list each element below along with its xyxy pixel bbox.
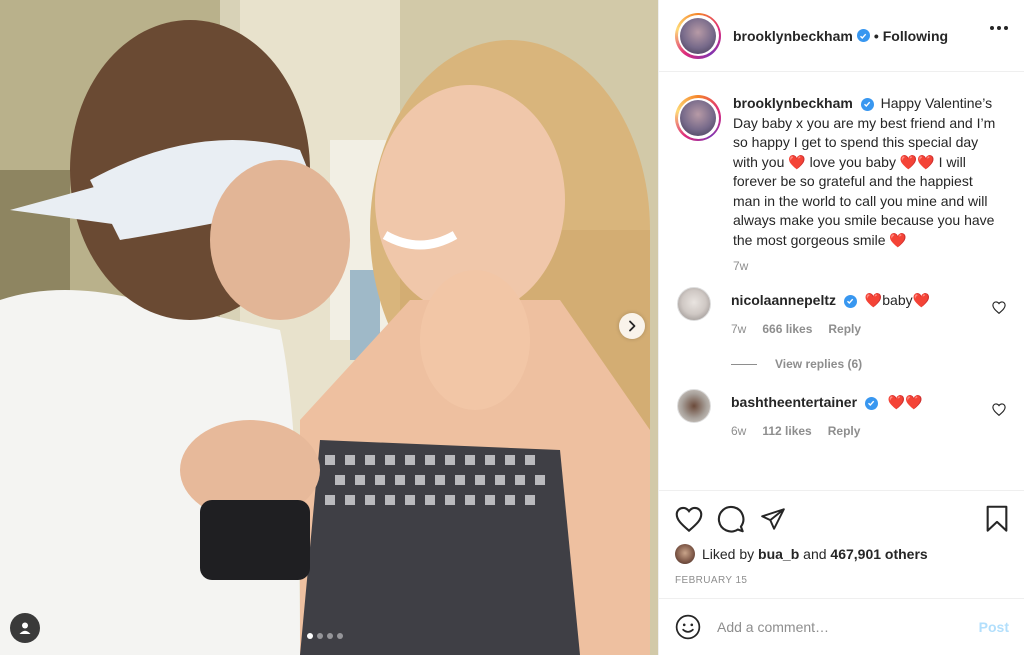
verified-badge-icon bbox=[860, 97, 874, 111]
comment-composer: Add a comment… Post bbox=[659, 598, 1024, 655]
reply-button[interactable]: Reply bbox=[828, 424, 861, 438]
emoji-icon bbox=[675, 614, 701, 640]
caption-part-2: love you baby bbox=[805, 153, 900, 170]
comment-icon bbox=[717, 505, 745, 533]
user-tag-icon bbox=[19, 622, 31, 634]
commenter-username[interactable]: nicolaannepeltz bbox=[731, 292, 836, 308]
couple-photo-illustration bbox=[0, 0, 658, 655]
commenter-avatar[interactable] bbox=[677, 287, 711, 321]
comment-item: bashtheentertainer ❤️❤️ 6w 112 likes Rep… bbox=[675, 389, 1008, 438]
comment-button[interactable] bbox=[717, 505, 745, 533]
following-button[interactable]: Following bbox=[883, 28, 948, 44]
heart-emoji-icon: ❤️ bbox=[905, 394, 923, 410]
view-replies-label: View replies (6) bbox=[775, 357, 863, 371]
emoji-button[interactable] bbox=[675, 614, 701, 640]
post-actions: Liked by bua_b and 467,901 others FEBRUA… bbox=[659, 490, 1024, 586]
carousel-dot bbox=[337, 633, 343, 639]
header-separator: • bbox=[873, 27, 879, 44]
liked-by-summary: Liked by bua_b and 467,901 others bbox=[675, 544, 1009, 564]
carousel-dot bbox=[307, 633, 313, 639]
bookmark-icon bbox=[986, 505, 1008, 532]
liked-by-prefix: Liked by bbox=[702, 546, 755, 562]
commenter-username[interactable]: bashtheentertainer bbox=[731, 394, 857, 410]
verified-badge-icon bbox=[843, 294, 857, 308]
likes-count[interactable]: 467,901 others bbox=[830, 546, 927, 562]
carousel-dot bbox=[327, 633, 333, 639]
comment-like-icon[interactable] bbox=[992, 403, 1006, 416]
tagged-users-button[interactable] bbox=[10, 613, 40, 643]
like-button[interactable] bbox=[675, 506, 703, 532]
heart-emoji-icon: ❤️ bbox=[887, 394, 906, 410]
heart-emoji-icon: ❤️ bbox=[889, 231, 907, 248]
share-icon bbox=[761, 508, 785, 530]
carousel-next-button[interactable] bbox=[619, 313, 645, 339]
post-date[interactable]: FEBRUARY 15 bbox=[675, 575, 1009, 586]
carousel-indicator bbox=[307, 633, 343, 639]
post-photo[interactable] bbox=[0, 0, 658, 655]
comment-age[interactable]: 6w bbox=[731, 424, 746, 438]
comment-input[interactable]: Add a comment… bbox=[717, 619, 979, 635]
save-button[interactable] bbox=[985, 505, 1009, 533]
reply-button[interactable]: Reply bbox=[828, 322, 861, 336]
comments-section[interactable]: brooklynbeckham Happy Valentine’s Day ba… bbox=[659, 72, 1024, 490]
verified-badge-icon bbox=[856, 29, 870, 42]
chevron-right-icon bbox=[629, 320, 636, 332]
liked-by-and: and bbox=[803, 546, 827, 562]
heart-emoji-icon: ❤️ bbox=[917, 153, 935, 170]
author-username[interactable]: brooklynbeckham bbox=[733, 28, 853, 44]
share-button[interactable] bbox=[759, 506, 787, 532]
verified-badge-icon bbox=[864, 396, 878, 410]
heart-emoji-icon: ❤️ bbox=[912, 292, 931, 308]
instagram-post: brooklynbeckham • Following brooklynbeck… bbox=[0, 0, 1024, 655]
caption-age[interactable]: 7w bbox=[733, 259, 1001, 273]
heart-icon bbox=[675, 506, 703, 532]
view-replies-button[interactable]: View replies (6) bbox=[731, 357, 1008, 371]
caption-author-avatar[interactable] bbox=[675, 95, 721, 141]
comment-likes[interactable]: 666 likes bbox=[762, 322, 812, 336]
post-header: brooklynbeckham • Following bbox=[659, 0, 1024, 72]
carousel-dot bbox=[317, 633, 323, 639]
comment-likes[interactable]: 112 likes bbox=[762, 424, 811, 438]
post-caption: brooklynbeckham Happy Valentine’s Day ba… bbox=[675, 94, 1008, 273]
comment-item: nicolaannepeltz ❤️baby❤️ 7w 666 likes Re… bbox=[675, 287, 1008, 336]
post-comment-button[interactable]: Post bbox=[979, 619, 1009, 635]
caption-text: brooklynbeckham Happy Valentine’s Day ba… bbox=[733, 94, 1001, 250]
caption-author[interactable]: brooklynbeckham bbox=[733, 95, 853, 111]
more-options-icon[interactable] bbox=[990, 26, 1008, 30]
liker-avatar[interactable] bbox=[675, 544, 695, 564]
heart-emoji-icon: ❤️ bbox=[864, 292, 883, 308]
liked-by-user[interactable]: bua_b bbox=[758, 546, 799, 562]
comment-like-icon[interactable] bbox=[992, 301, 1006, 314]
comment-text: baby bbox=[882, 292, 913, 308]
author-avatar[interactable] bbox=[675, 12, 721, 59]
heart-emoji-icon: ❤️ bbox=[788, 153, 806, 170]
commenter-avatar[interactable] bbox=[677, 389, 711, 423]
post-side-panel: brooklynbeckham • Following brooklynbeck… bbox=[658, 0, 1024, 655]
comment-age[interactable]: 7w bbox=[731, 322, 746, 336]
heart-emoji-icon: ❤️ bbox=[899, 153, 918, 170]
